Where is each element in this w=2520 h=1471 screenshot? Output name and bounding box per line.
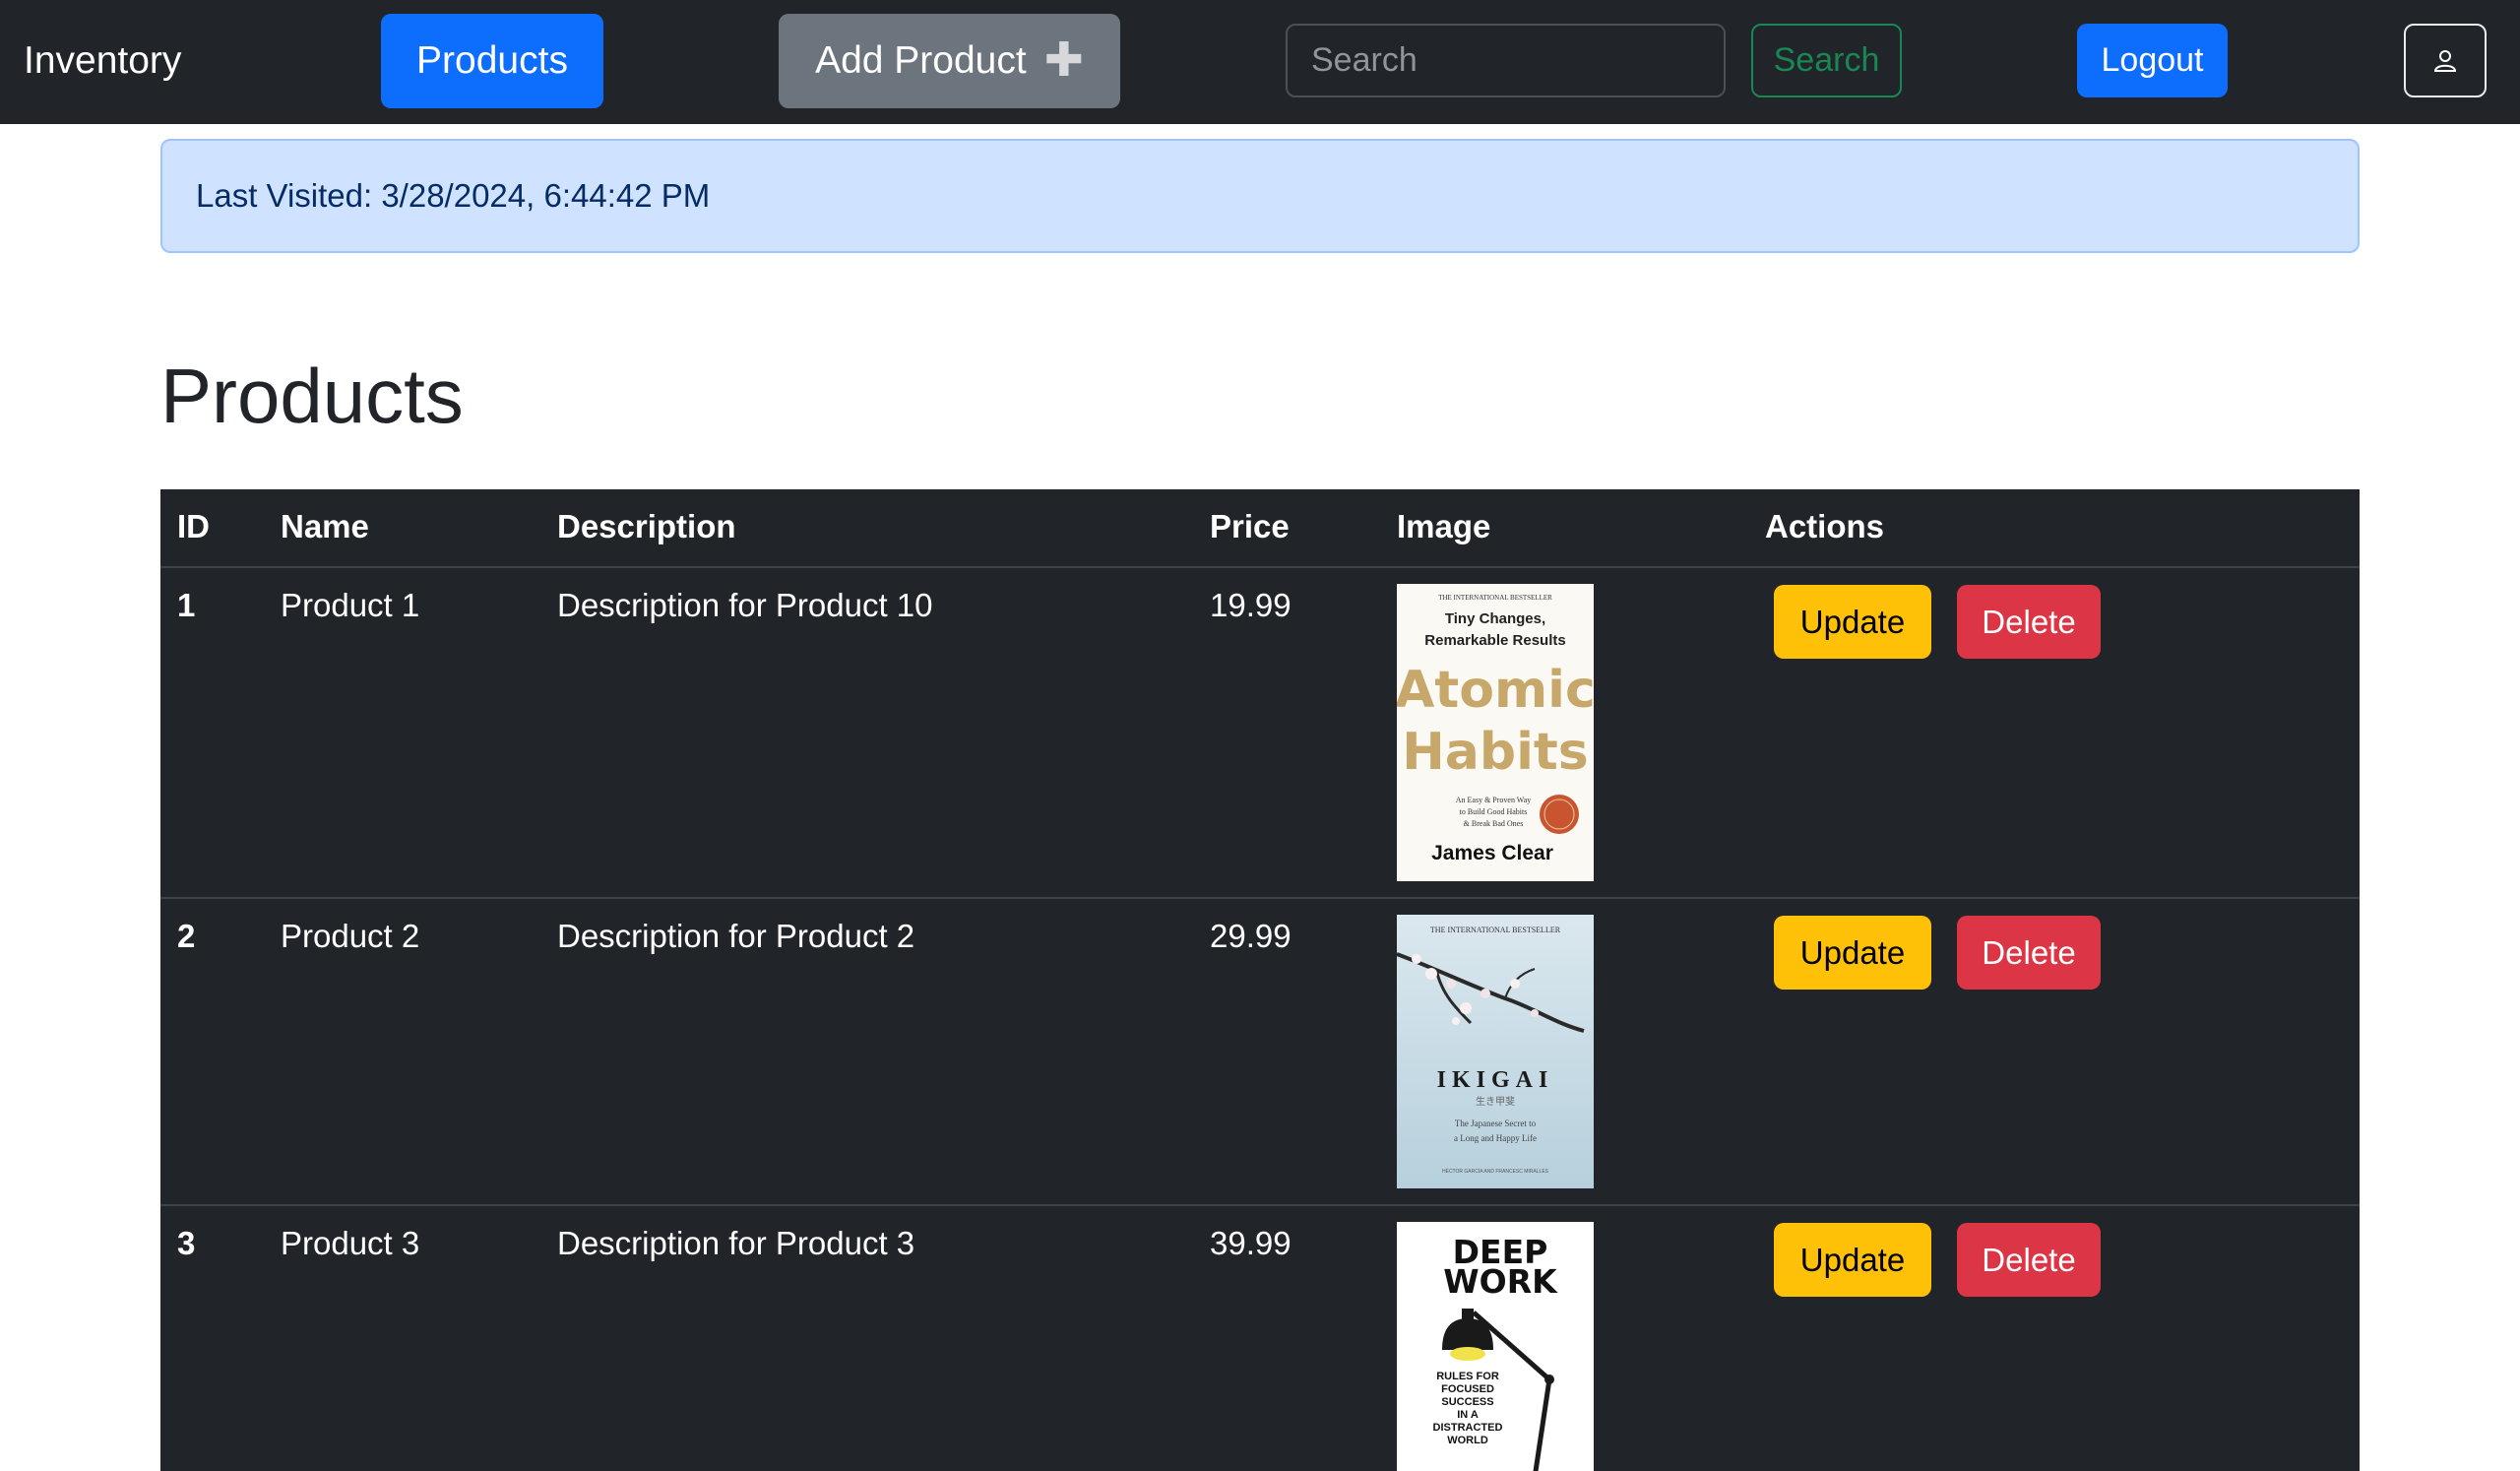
plus-icon: ✚: [1043, 34, 1084, 87]
update-button[interactable]: Update: [1774, 585, 1931, 659]
update-button[interactable]: Update: [1774, 916, 1931, 990]
cell-id: 3: [177, 1225, 196, 1261]
product-image: DEEP WORK RULES FOR FOCUSED SUCCESS IN A…: [1397, 1222, 1594, 1471]
header-description: Description: [557, 508, 736, 544]
svg-text:HÉCTOR GARCÍA AND FRANCESC MIR: HÉCTOR GARCÍA AND FRANCESC MIRALLES: [1442, 1168, 1549, 1175]
svg-text:FOCUSED: FOCUSED: [1441, 1383, 1494, 1395]
top-navbar: Inventory Products Add Product ✚ Search …: [0, 0, 2520, 124]
deep-work-cover: DEEP WORK RULES FOR FOCUSED SUCCESS IN A…: [1397, 1222, 1594, 1471]
cell-id: 1: [177, 587, 196, 623]
svg-text:James Clear: James Clear: [1431, 842, 1553, 864]
cell-name: Product 3: [281, 1225, 420, 1261]
update-button[interactable]: Update: [1774, 1223, 1931, 1297]
product-image: THE INTERNATIONAL BESTSELLER IKIGAI 生き甲斐…: [1397, 915, 1594, 1188]
table-header: ID Name Description Price Image Actions: [160, 489, 2360, 568]
search-button[interactable]: Search: [1751, 24, 1902, 97]
svg-text:IKIGAI: IKIGAI: [1437, 1067, 1554, 1093]
cell-price: 19.99: [1210, 587, 1292, 623]
svg-text:to Build Good Habits: to Build Good Habits: [1460, 807, 1528, 816]
delete-button[interactable]: Delete: [1957, 585, 2101, 659]
svg-text:Tiny Changes,: Tiny Changes,: [1445, 610, 1545, 627]
svg-text:Atomic: Atomic: [1397, 661, 1594, 720]
svg-text:THE INTERNATIONAL BESTSELLER: THE INTERNATIONAL BESTSELLER: [1430, 926, 1561, 934]
svg-text:& Break Bad Ones: & Break Bad Ones: [1464, 819, 1524, 828]
table-row: 3 Product 3 Description for Product 3 39…: [160, 1206, 2360, 1471]
cell-id: 2: [177, 918, 196, 954]
table-row: 2 Product 2 Description for Product 2 29…: [160, 899, 2360, 1206]
ikigai-cover: THE INTERNATIONAL BESTSELLER IKIGAI 生き甲斐…: [1397, 915, 1594, 1188]
user-profile-button[interactable]: [2404, 24, 2487, 97]
last-visited-text: Last Visited: 3/28/2024, 6:44:42 PM: [196, 177, 711, 214]
user-icon: [2433, 49, 2457, 72]
cell-description: Description for Product 3: [557, 1225, 915, 1261]
add-product-label: Add Product: [815, 39, 1027, 82]
cell-price: 29.99: [1210, 918, 1292, 954]
cell-name: Product 2: [281, 918, 420, 954]
svg-text:WORLD: WORLD: [1447, 1435, 1488, 1446]
delete-button[interactable]: Delete: [1957, 1223, 2101, 1297]
svg-text:An Easy & Proven Way: An Easy & Proven Way: [1456, 796, 1532, 804]
header-actions: Actions: [1765, 508, 1885, 544]
product-image: THE INTERNATIONAL BESTSELLER Tiny Change…: [1397, 584, 1594, 881]
svg-text:SUCCESS: SUCCESS: [1441, 1396, 1493, 1408]
svg-text:IN A: IN A: [1457, 1409, 1479, 1421]
svg-text:WORK: WORK: [1443, 1262, 1558, 1301]
svg-text:Habits: Habits: [1402, 723, 1588, 782]
page-title: Products: [160, 352, 464, 439]
svg-text:The Japanese Secret to: The Japanese Secret to: [1455, 1119, 1537, 1128]
cell-name: Product 1: [281, 587, 420, 623]
cell-price: 39.99: [1210, 1225, 1292, 1261]
delete-button[interactable]: Delete: [1957, 916, 2101, 990]
products-table: ID Name Description Price Image Actions …: [160, 489, 2360, 1471]
products-nav-button[interactable]: Products: [381, 14, 603, 108]
svg-text:DISTRACTED: DISTRACTED: [1433, 1422, 1503, 1434]
cell-description: Description for Product 2: [557, 918, 915, 954]
add-product-button[interactable]: Add Product ✚: [779, 14, 1120, 108]
logout-button[interactable]: Logout: [2077, 24, 2228, 97]
table-row: 1 Product 1 Description for Product 10 1…: [160, 568, 2360, 899]
svg-text:RULES FOR: RULES FOR: [1436, 1371, 1499, 1382]
svg-text:Remarkable Results: Remarkable Results: [1424, 632, 1565, 649]
svg-text:a Long and Happy Life: a Long and Happy Life: [1454, 1133, 1537, 1143]
header-image: Image: [1397, 508, 1491, 544]
svg-text:生き甲斐: 生き甲斐: [1476, 1095, 1515, 1108]
header-id: ID: [177, 508, 210, 544]
cell-description: Description for Product 10: [557, 587, 933, 623]
brand-logo[interactable]: Inventory: [24, 33, 181, 89]
svg-text:THE INTERNATIONAL BESTSELLER: THE INTERNATIONAL BESTSELLER: [1438, 594, 1552, 602]
last-visited-alert: Last Visited: 3/28/2024, 6:44:42 PM: [160, 139, 2360, 253]
search-input[interactable]: [1286, 24, 1726, 97]
header-price: Price: [1210, 508, 1290, 544]
atomic-habits-cover: THE INTERNATIONAL BESTSELLER Tiny Change…: [1397, 584, 1594, 881]
header-name: Name: [281, 508, 369, 544]
